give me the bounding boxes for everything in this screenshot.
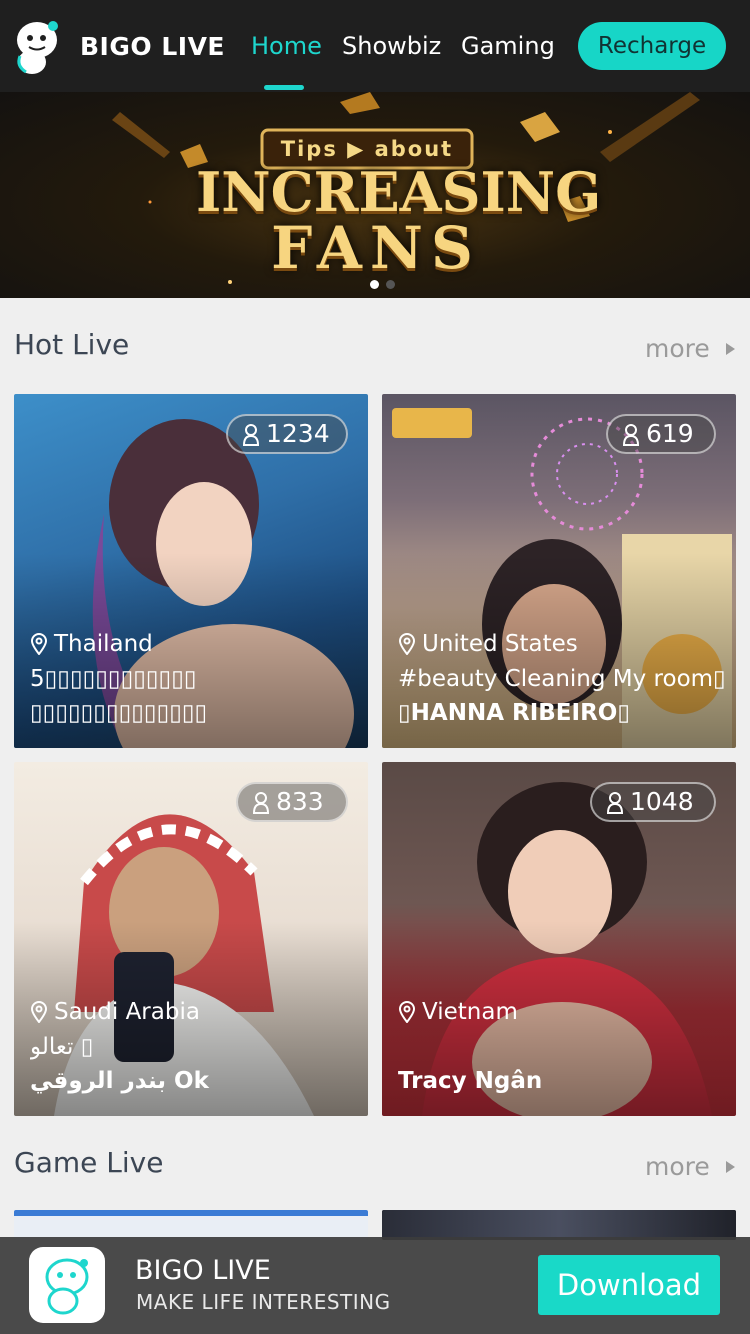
top-nav-bar: BIGO LIVE Home Showbiz Gaming Recharge [0, 0, 750, 92]
viewer-count-badge: 1048 [590, 782, 716, 822]
viewer-count-badge: 833 [236, 782, 348, 822]
user-icon [606, 792, 624, 814]
app-tagline: MAKE LIFE INTERESTING [136, 1290, 391, 1314]
location-pin-icon [30, 633, 48, 655]
streamer-name: Tracy Ngân [398, 1068, 543, 1094]
active-tab-indicator [264, 85, 304, 90]
stream-thumbnail [382, 1210, 736, 1240]
tab-gaming[interactable]: Gaming [461, 30, 555, 62]
live-card[interactable]: 1234 Thailand 5▯▯▯▯▯▯▯▯▯▯▯▯ ▯▯▯▯▯▯▯▯▯▯▯▯… [14, 394, 368, 748]
carousel-dot-active[interactable] [370, 280, 379, 289]
location-text: Saudi Arabia [54, 999, 200, 1025]
game-live-title: Game Live [14, 1146, 164, 1179]
chevron-right-icon[interactable] [726, 343, 735, 355]
location-pin-icon [30, 1001, 48, 1023]
banner-headline: INCREASING [196, 160, 602, 224]
location-text: United States [422, 631, 578, 657]
streamer-name: ▯▯▯▯▯▯▯▯▯▯▯▯▯▯ [30, 700, 208, 726]
live-card[interactable]: 619 United States #beauty Cleaning My ro… [382, 394, 736, 748]
stream-description: 5▯▯▯▯▯▯▯▯▯▯▯▯ [30, 666, 197, 692]
viewer-count-badge: 1234 [226, 414, 348, 454]
user-icon [622, 424, 640, 446]
tab-home[interactable]: Home [251, 30, 322, 62]
game-live-more-link[interactable]: more [645, 1150, 710, 1184]
banner-headline-2: FANS [271, 214, 481, 282]
location-text: Vietnam [422, 999, 518, 1025]
user-icon [252, 792, 270, 814]
streamer-name: ▯HANNA RIBEIRO▯ [398, 700, 630, 726]
streamer-name: بندر الروقي Ok [30, 1068, 209, 1094]
live-card[interactable]: 833 Saudi Arabia تعالو ▯ بندر الروقي Ok [14, 762, 368, 1116]
viewer-count-badge: 619 [606, 414, 716, 454]
stream-description: #beauty Cleaning My room▯ [398, 666, 726, 692]
viewer-count: 619 [646, 419, 694, 448]
viewer-count: 1048 [630, 787, 694, 816]
app-logo [29, 1247, 105, 1323]
game-live-card[interactable] [14, 1210, 368, 1240]
carousel-dot[interactable] [386, 280, 395, 289]
viewer-count: 1234 [266, 419, 330, 448]
app-name: BIGO LIVE [135, 1255, 271, 1286]
location-pin-icon [398, 1001, 416, 1023]
bigo-logo-icon [45, 1258, 89, 1315]
viewer-count: 833 [276, 787, 324, 816]
promo-banner[interactable]: Tips ▶ about INCREASING FANS [0, 92, 750, 298]
hot-live-title: Hot Live [14, 328, 130, 361]
hot-live-more-link[interactable]: more [645, 332, 710, 366]
location-pin-icon [398, 633, 416, 655]
bigo-logo-icon[interactable] [12, 16, 62, 76]
location-text: Thailand [54, 631, 153, 657]
download-button[interactable]: Download [538, 1255, 720, 1315]
stream-description: تعالو ▯ [30, 1034, 94, 1060]
brand-name[interactable]: BIGO LIVE [80, 32, 225, 62]
chevron-right-icon[interactable] [726, 1161, 735, 1173]
app-download-banner: BIGO LIVE MAKE LIFE INTERESTING Download [0, 1237, 750, 1334]
live-card[interactable]: 1048 Vietnam Tracy Ngân [382, 762, 736, 1116]
recharge-button[interactable]: Recharge [578, 22, 726, 70]
tab-showbiz[interactable]: Showbiz [342, 30, 441, 62]
user-icon [242, 424, 260, 446]
game-live-card[interactable] [382, 1210, 736, 1240]
